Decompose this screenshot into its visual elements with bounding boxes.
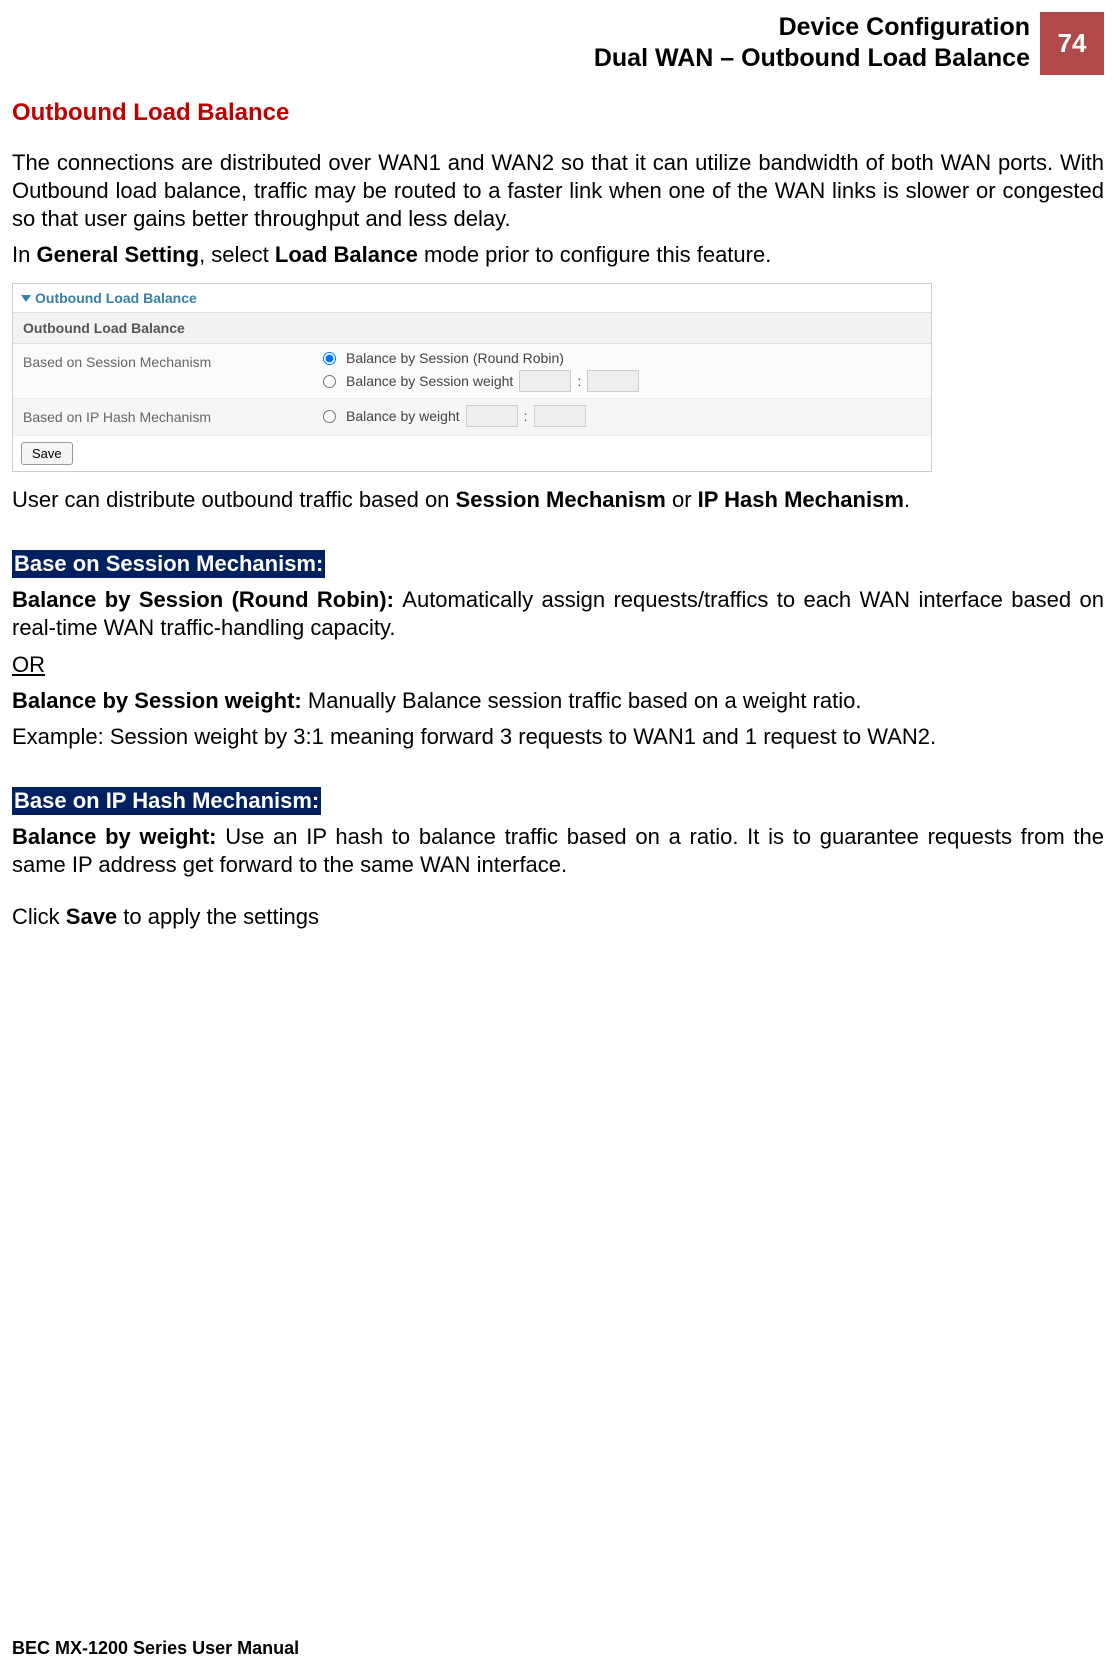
text-fragment: or bbox=[666, 487, 698, 512]
text-bold: General Setting bbox=[36, 242, 199, 267]
radio-ip-weight[interactable] bbox=[323, 410, 336, 423]
radio-round-robin[interactable] bbox=[323, 352, 336, 365]
text-fragment: In bbox=[12, 242, 36, 267]
collapse-icon bbox=[21, 295, 31, 302]
iphash-weight-desc: Balance by weight: Use an IP hash to bal… bbox=[12, 823, 1104, 879]
save-row: Save bbox=[13, 436, 931, 471]
radio-session-weight[interactable] bbox=[323, 375, 336, 388]
footer-text: BEC MX-1200 Series User Manual bbox=[12, 1638, 299, 1659]
separator: : bbox=[524, 408, 528, 424]
page-number-badge: 74 bbox=[1040, 12, 1104, 75]
click-save-line: Click Save to apply the settings bbox=[12, 903, 1104, 931]
session-mechanism-heading: Base on Session Mechanism: bbox=[12, 550, 325, 578]
intro-paragraph: The connections are distributed over WAN… bbox=[12, 149, 1104, 233]
text-bold: Balance by Session (Round Robin): bbox=[12, 587, 402, 612]
weight-input-1[interactable] bbox=[466, 405, 518, 427]
text-fragment: Click bbox=[12, 904, 66, 929]
session-example: Example: Session weight by 3:1 meaning f… bbox=[12, 723, 1104, 751]
text-fragment: Manually Balance session traffic based o… bbox=[308, 688, 862, 713]
row-label: Based on Session Mechanism bbox=[13, 344, 313, 380]
text-fragment: mode prior to configure this feature. bbox=[418, 242, 771, 267]
option-label: Balance by Session (Round Robin) bbox=[346, 350, 564, 366]
panel-section-header[interactable]: Outbound Load Balance bbox=[13, 284, 931, 313]
option-round-robin[interactable]: Balance by Session (Round Robin) bbox=[323, 350, 921, 366]
text-bold: Session Mechanism bbox=[456, 487, 666, 512]
session-rr-desc: Balance by Session (Round Robin): Automa… bbox=[12, 586, 1104, 642]
separator: : bbox=[577, 373, 581, 389]
page-header: Device Configuration Dual WAN – Outbound… bbox=[12, 12, 1104, 75]
general-setting-line: In General Setting, select Load Balance … bbox=[12, 241, 1104, 269]
option-label: Balance by Session weight bbox=[346, 373, 513, 389]
text-bold: Save bbox=[66, 904, 117, 929]
text-bold: Balance by weight: bbox=[12, 824, 225, 849]
iphash-mechanism-heading: Base on IP Hash Mechanism: bbox=[12, 787, 321, 815]
panel-section-title: Outbound Load Balance bbox=[35, 290, 197, 306]
row-label: Based on IP Hash Mechanism bbox=[13, 399, 313, 435]
header-line-1: Device Configuration bbox=[594, 12, 1030, 43]
text-fragment: . bbox=[904, 487, 910, 512]
header-line-2: Dual WAN – Outbound Load Balance bbox=[594, 43, 1030, 74]
config-row-session: Based on Session Mechanism Balance by Se… bbox=[13, 344, 931, 399]
option-ip-weight[interactable]: Balance by weight : bbox=[323, 405, 921, 427]
session-weight-desc: Balance by Session weight: Manually Bala… bbox=[12, 687, 1104, 715]
panel-subheader: Outbound Load Balance bbox=[13, 313, 931, 344]
text-bold: Load Balance bbox=[275, 242, 418, 267]
weight-input-2[interactable] bbox=[534, 405, 586, 427]
config-row-iphash: Based on IP Hash Mechanism Balance by we… bbox=[13, 399, 931, 436]
text-bold: Balance by Session weight: bbox=[12, 688, 308, 713]
text-bold: IP Hash Mechanism bbox=[698, 487, 904, 512]
or-text: OR bbox=[12, 652, 45, 677]
config-panel: Outbound Load Balance Outbound Load Bala… bbox=[12, 283, 932, 472]
weight-input-2[interactable] bbox=[587, 370, 639, 392]
option-session-weight[interactable]: Balance by Session weight : bbox=[323, 370, 921, 392]
section-title: Outbound Load Balance bbox=[12, 99, 1104, 127]
weight-input-1[interactable] bbox=[519, 370, 571, 392]
after-ui-line: User can distribute outbound traffic bas… bbox=[12, 486, 1104, 514]
text-fragment: , select bbox=[199, 242, 275, 267]
save-button[interactable]: Save bbox=[21, 442, 73, 465]
text-fragment: to apply the settings bbox=[117, 904, 319, 929]
text-fragment: User can distribute outbound traffic bas… bbox=[12, 487, 456, 512]
option-label: Balance by weight bbox=[346, 408, 460, 424]
or-divider: OR bbox=[12, 651, 1104, 679]
